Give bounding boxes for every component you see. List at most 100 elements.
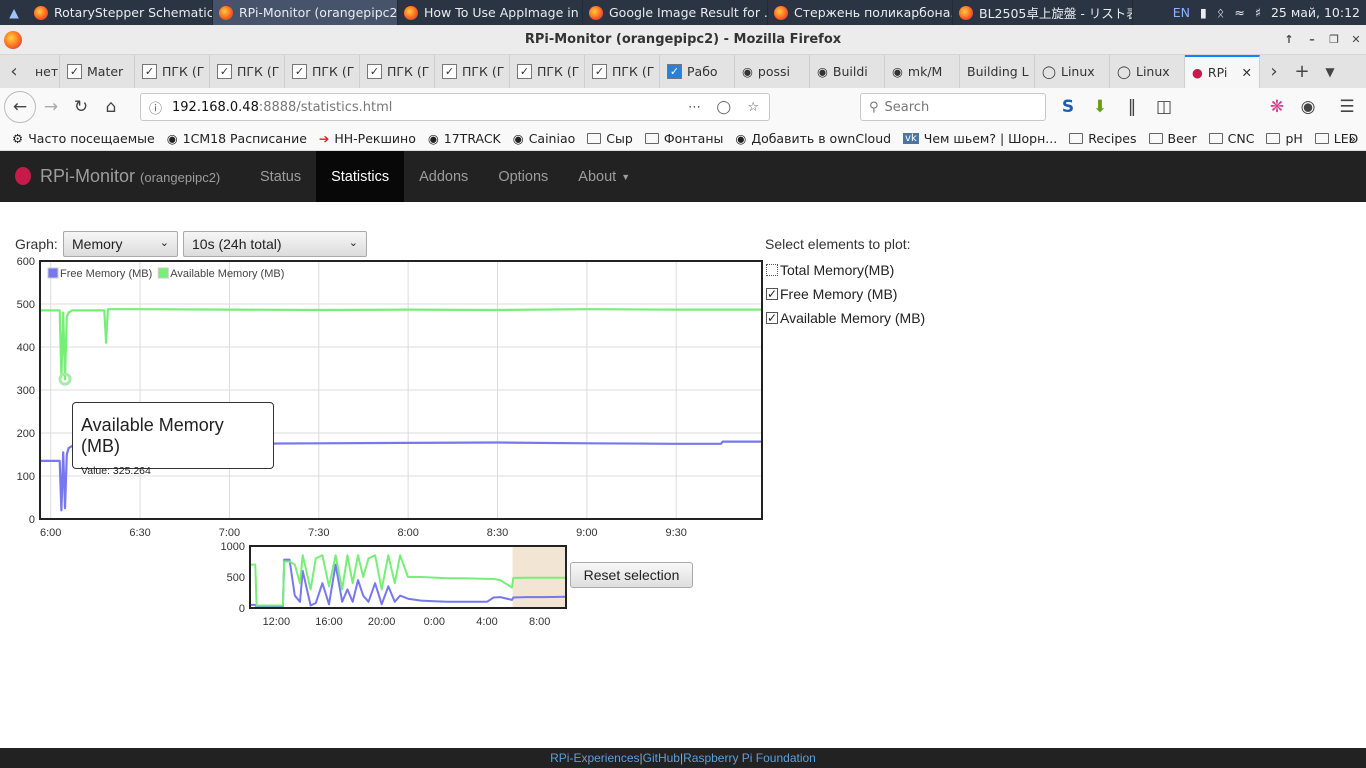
bookmark-star-icon[interactable]: ☆ — [747, 100, 759, 115]
bookmark-item[interactable]: vk Чем шьем? | Шорн... — [903, 131, 1057, 146]
nav-addons[interactable]: Addons — [404, 151, 483, 202]
raspberry-pi-icon — [15, 167, 31, 185]
extension-icon[interactable]: ◉ — [1293, 92, 1323, 122]
browser-tab-active[interactable]: ● RPi ✕ — [1185, 55, 1260, 88]
nav-statistics[interactable]: Statistics — [316, 151, 405, 202]
bookmark-item[interactable]: ◉ 17TRACK — [428, 131, 501, 146]
search-input[interactable]: ⚲ Search — [860, 93, 1046, 121]
sidebar-icon[interactable]: ◫ — [1149, 92, 1179, 122]
bookmark-folder[interactable]: Сыр — [587, 131, 633, 146]
battery-icon[interactable]: ▮ — [1200, 5, 1207, 20]
forward-button[interactable]: → — [36, 92, 66, 122]
navigation-toolbar: ← → ↻ ⌂ ⓘ 192.168.0.48:8888/statistics.h… — [0, 88, 1366, 126]
firefox-app-icon[interactable] — [4, 31, 22, 49]
taskbar-task[interactable]: Google Image Result for ... — [583, 0, 768, 25]
browser-tab[interactable]: нет — [28, 55, 60, 88]
back-button[interactable]: ← — [4, 91, 36, 123]
browser-tab[interactable]: ✓ Mater — [60, 55, 135, 88]
bookmark-item[interactable]: ⚙ Часто посещаемые — [12, 131, 155, 146]
library-icon[interactable]: ‖ — [1117, 92, 1147, 122]
reset-selection-button[interactable]: Reset selection — [570, 562, 693, 588]
footer-link-rpi-experiences[interactable]: RPi-Experiences — [550, 751, 639, 765]
element-checkbox-free-memory[interactable]: ✓ Free Memory (MB) — [766, 286, 897, 302]
nav-about[interactable]: About ▼ — [563, 151, 645, 202]
tab-close-icon[interactable]: ✕ — [1242, 65, 1252, 80]
page-actions-icon[interactable]: ⋯ — [688, 100, 701, 115]
window-close-button[interactable]: ✕ — [1347, 31, 1365, 47]
wifi-icon[interactable]: ≈ — [1234, 5, 1244, 20]
browser-tab[interactable]: ◉ mk/M — [885, 55, 960, 88]
volume-icon[interactable]: ♯ — [1255, 5, 1261, 20]
folder-icon — [644, 132, 659, 144]
bluetooth-icon[interactable]: ᛟ — [1217, 5, 1225, 20]
folder-icon — [1266, 132, 1281, 144]
checkmark-favicon-icon: ✓ — [442, 64, 457, 79]
browser-tab[interactable]: ✓ ПГК (Г — [210, 55, 285, 88]
graph-select[interactable]: Memory ⌄ — [63, 231, 178, 257]
bookmark-folder[interactable]: Beer — [1148, 131, 1197, 146]
footer-link-github[interactable]: GitHub — [643, 751, 680, 765]
element-checkbox-available-memory[interactable]: ✓ Available Memory (MB) — [766, 310, 925, 326]
download-icon[interactable]: ⬇ — [1085, 92, 1115, 122]
overview-chart[interactable]: 0 500 1000 12:00 16:00 20:00 0:00 4:00 8:00 — [220, 542, 590, 632]
interval-select[interactable]: 10s (24h total) ⌄ — [183, 231, 367, 257]
info-icon[interactable]: ⓘ — [149, 98, 162, 117]
checkbox-checked[interactable]: ✓ — [766, 312, 778, 324]
taskbar-task[interactable]: RotaryStepper Schematic.... — [28, 0, 213, 25]
browser-tab[interactable]: ◉ Buildi — [810, 55, 885, 88]
y-tick-label: 200 — [17, 428, 35, 440]
bookmark-item[interactable]: ➔ НН-Рекшино — [319, 131, 416, 146]
bookmark-item[interactable]: ◉ 1CM18 Расписание — [167, 131, 307, 146]
checkbox[interactable] — [766, 264, 778, 276]
window-minimize-button[interactable]: – — [1303, 31, 1321, 47]
bookmark-item[interactable]: ◉ Добавить в ownCloud — [735, 131, 891, 146]
keyboard-layout-indicator[interactable]: EN — [1173, 5, 1190, 20]
new-tab-icon[interactable]: + — [1288, 55, 1316, 88]
bookmark-folder[interactable]: Фонтаны — [644, 131, 723, 146]
menu-icon[interactable]: ☰ — [1332, 92, 1362, 122]
browser-tab[interactable]: ✓ Рабо — [660, 55, 735, 88]
window-up-button[interactable]: ↑ — [1280, 31, 1298, 47]
url-host: 192.168.0.48 — [172, 99, 259, 115]
element-checkbox-total-memory[interactable]: Total Memory(MB) — [766, 262, 894, 278]
start-menu-icon[interactable]: ▲ — [0, 0, 28, 25]
checkbox-checked[interactable]: ✓ — [766, 288, 778, 300]
browser-tab[interactable]: Building L — [960, 55, 1035, 88]
browser-tab[interactable]: ◯ Linux — [1110, 55, 1185, 88]
browser-tab[interactable]: ✓ ПГК (Г — [360, 55, 435, 88]
x-tick-label: 8:00 — [397, 527, 418, 539]
window-maximize-button[interactable]: ❐ — [1325, 31, 1343, 47]
taskbar-task[interactable]: RPi-Monitor (orangepipc2... — [213, 0, 398, 25]
link-favicon-icon: ◯ — [1042, 64, 1056, 79]
bookmarks-overflow-icon[interactable]: » — [1348, 131, 1356, 146]
pocket-icon[interactable]: ◯ — [716, 100, 731, 115]
bookmark-folder[interactable]: CNC — [1208, 131, 1254, 146]
reload-button[interactable]: ↻ — [66, 92, 96, 122]
url-bar[interactable]: ⓘ 192.168.0.48:8888/statistics.html ⋯ ◯ … — [140, 93, 770, 121]
browser-tab[interactable]: ✓ ПГК (Г — [435, 55, 510, 88]
browser-tab[interactable]: ◉ possi — [735, 55, 810, 88]
tab-list-icon[interactable]: ▼ — [1316, 55, 1344, 88]
clock[interactable]: 25 май, 10:12 — [1271, 5, 1360, 20]
home-button[interactable]: ⌂ — [96, 92, 126, 122]
bookmark-folder[interactable]: pH — [1266, 131, 1303, 146]
taskbar-task[interactable]: BL2505卓上旋盤 - リスト表... — [953, 0, 1133, 25]
nav-status[interactable]: Status — [245, 151, 316, 202]
tab-scroll-right-icon[interactable]: › — [1260, 55, 1288, 88]
nav-options[interactable]: Options — [483, 151, 563, 202]
browser-tab[interactable]: ✓ ПГК (Г — [585, 55, 660, 88]
stylish-s-icon[interactable]: S — [1053, 92, 1083, 122]
brand[interactable]: RPi-Monitor (orangepipc2) — [0, 166, 245, 187]
bookmark-item[interactable]: ◉ Cainiao — [513, 131, 576, 146]
tab-scroll-left-icon[interactable]: ‹ — [0, 55, 28, 88]
taskbar-task[interactable]: Стержень поликарбона... — [768, 0, 953, 25]
footer-link-raspberry-pi-foundation[interactable]: Raspberry Pi Foundation — [683, 751, 816, 765]
browser-tab[interactable]: ✓ ПГК (Г — [510, 55, 585, 88]
browser-tab[interactable]: ✓ ПГК (Г — [135, 55, 210, 88]
bookmark-folder[interactable]: Recipes — [1069, 131, 1137, 146]
browser-tab[interactable]: ✓ ПГК (Г — [285, 55, 360, 88]
extension-icon[interactable]: ❋ — [1262, 92, 1292, 122]
taskbar-task[interactable]: How To Use AppImage in ... — [398, 0, 583, 25]
graph-label: Graph: — [15, 236, 58, 252]
browser-tab[interactable]: ◯ Linux — [1035, 55, 1110, 88]
